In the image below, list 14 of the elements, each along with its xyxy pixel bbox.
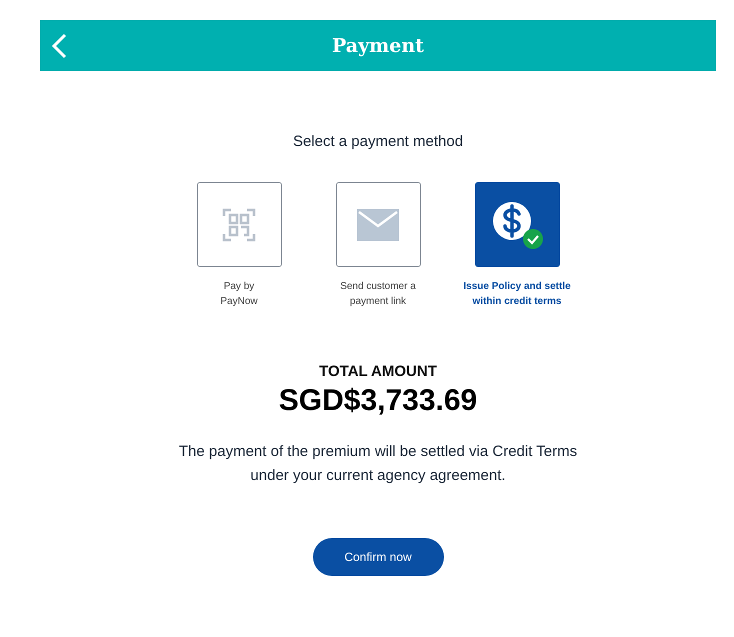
payment-option[interactable] [474, 182, 560, 267]
total-amount: SGD$3,733.69 [278, 384, 478, 418]
envelope-icon [357, 208, 399, 240]
total-label: TOTAL AMOUNT [319, 363, 437, 380]
option-label: Issue Policy and settle within credit terms [463, 280, 571, 309]
section-heading: Select a payment method [292, 133, 464, 150]
qr-code-icon [222, 206, 256, 242]
payment-note: The payment of the premium will be settled via Credit Terms under your current agency agreement. [178, 442, 578, 486]
back-button[interactable] [50, 32, 68, 60]
option-label: Pay by PayNow [220, 280, 258, 309]
option-label: Send customer a payment link [340, 280, 416, 309]
confirm-button[interactable]: Confirm now [312, 538, 444, 576]
page-title: Payment [332, 34, 424, 56]
dollar-check-icon [490, 200, 544, 250]
